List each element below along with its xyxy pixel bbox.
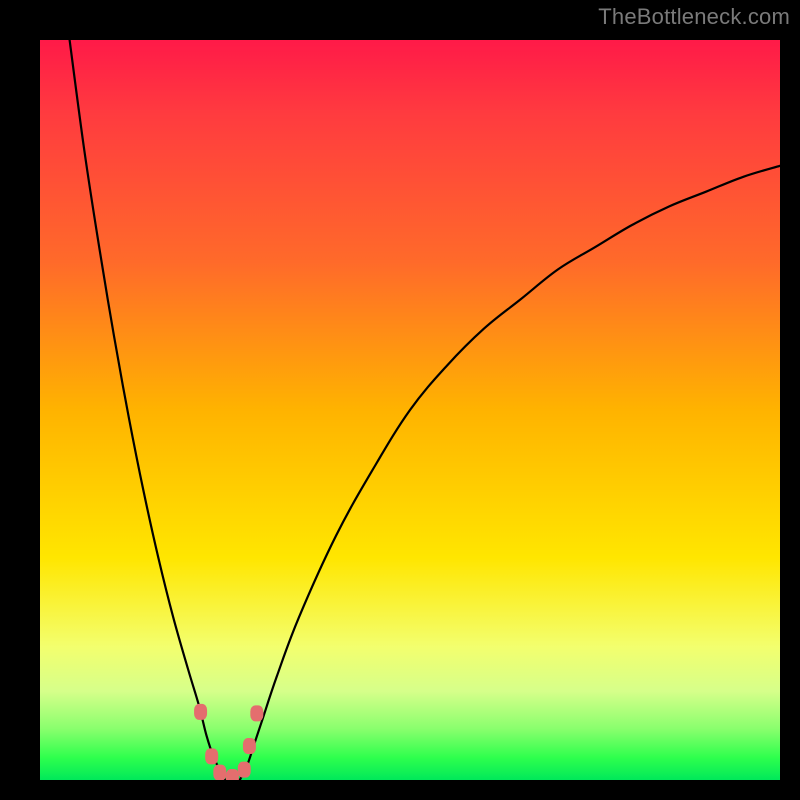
curve-svg xyxy=(40,40,780,780)
plot-area xyxy=(40,40,780,780)
data-marker xyxy=(243,738,256,754)
data-marker xyxy=(238,762,251,778)
curve-left-branch xyxy=(70,40,225,780)
data-marker xyxy=(226,769,239,780)
data-marker xyxy=(205,748,218,764)
data-marker xyxy=(194,704,207,720)
data-marker xyxy=(213,765,226,780)
marker-group xyxy=(194,704,263,780)
watermark-label: TheBottleneck.com xyxy=(598,4,790,30)
curve-right-branch xyxy=(240,166,780,780)
chart-stage: TheBottleneck.com xyxy=(0,0,800,800)
curve-group xyxy=(70,40,780,780)
data-marker xyxy=(250,705,263,721)
